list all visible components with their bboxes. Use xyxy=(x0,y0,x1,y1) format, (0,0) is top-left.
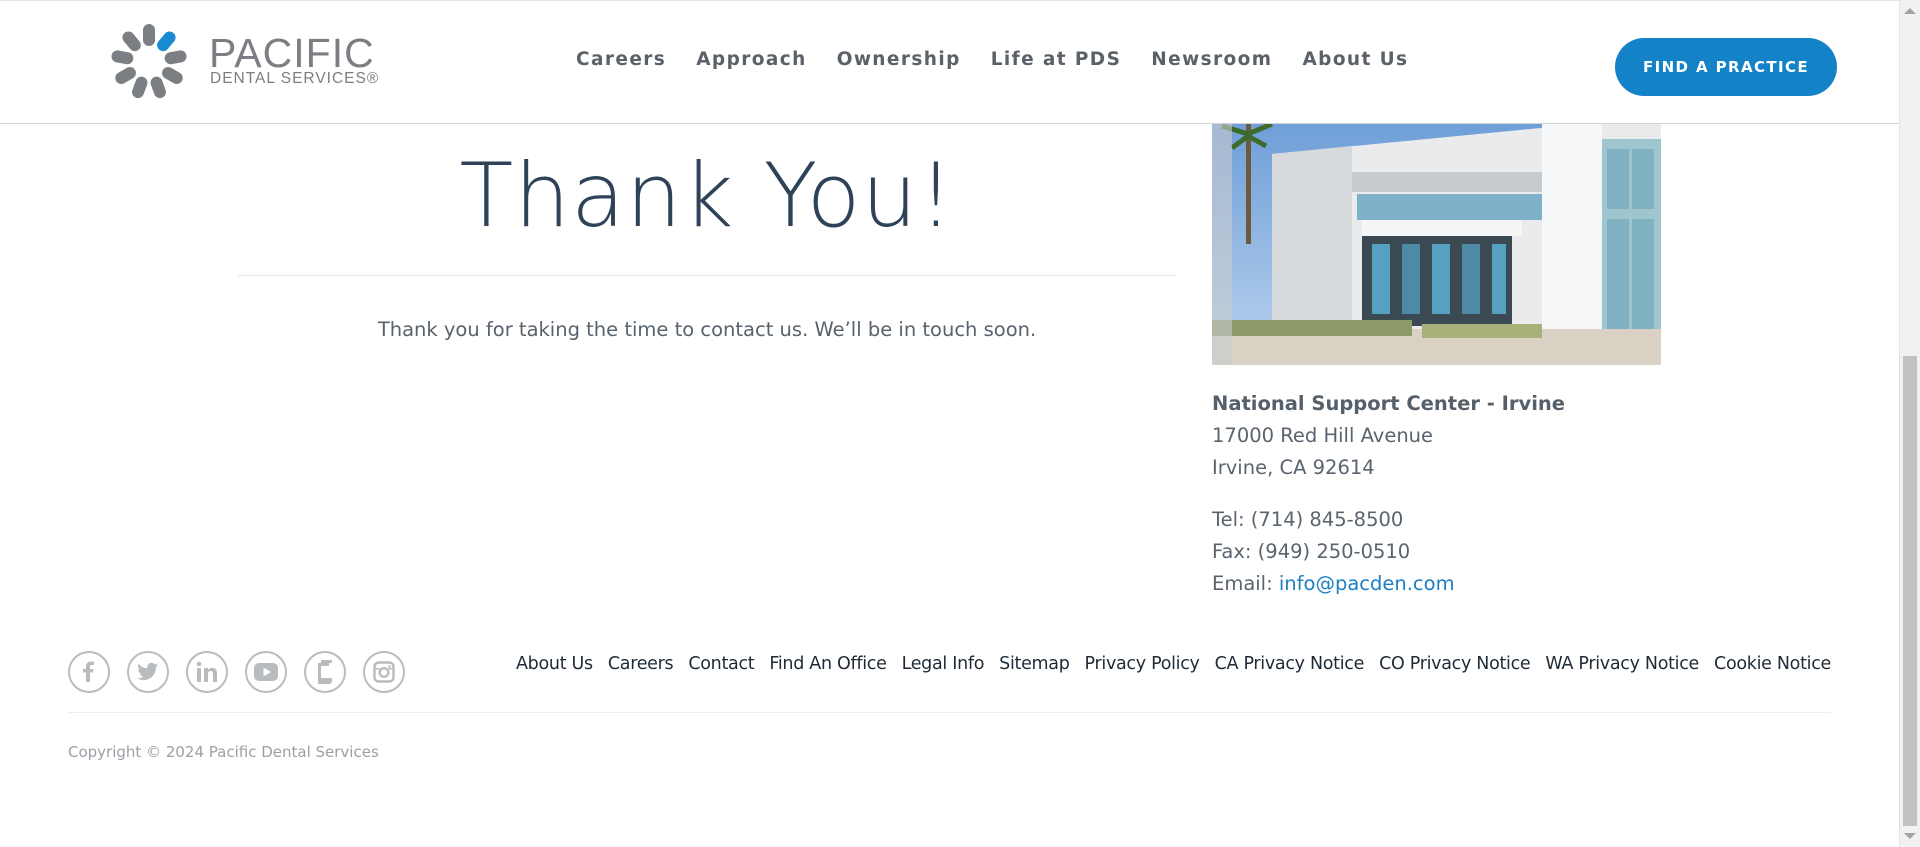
twitter-icon[interactable] xyxy=(127,651,169,693)
office-street: 17000 Red Hill Avenue xyxy=(1212,424,1434,447)
footer-link-wa-privacy-notice[interactable]: WA Privacy Notice xyxy=(1545,654,1699,674)
office-name: National Support Center - Irvine xyxy=(1212,392,1565,415)
scroll-down-arrow-icon[interactable] xyxy=(1904,833,1916,839)
nav-careers[interactable]: Careers xyxy=(576,49,666,70)
email-link[interactable]: info@pacden.com xyxy=(1279,572,1455,595)
glassdoor-icon[interactable] xyxy=(304,651,346,693)
nav-life-at-pds[interactable]: Life at PDS xyxy=(991,49,1122,70)
page-scrollbar[interactable] xyxy=(1899,0,1920,847)
email-label: Email: xyxy=(1212,572,1279,595)
nav-approach[interactable]: Approach xyxy=(696,49,806,70)
footer-link-privacy-policy[interactable]: Privacy Policy xyxy=(1085,654,1200,674)
youtube-icon[interactable] xyxy=(245,651,287,693)
footer-link-contact[interactable]: Contact xyxy=(688,654,754,674)
office-address: National Support Center - Irvine 17000 R… xyxy=(1212,388,1565,600)
thank-you-message: Thank you for taking the time to contact… xyxy=(377,318,1037,341)
logo-subtitle: DENTAL SERVICES® xyxy=(210,70,380,87)
nav-about-us[interactable]: About Us xyxy=(1302,49,1408,70)
footer-link-cookie-notice[interactable]: Cookie Notice xyxy=(1714,654,1831,674)
footer-link-co-privacy-notice[interactable]: CO Privacy Notice xyxy=(1379,654,1531,674)
office-building-photo xyxy=(1212,124,1661,365)
office-email-row: Email: info@pacden.com xyxy=(1212,568,1565,600)
office-tel: Tel: (714) 845-8500 xyxy=(1212,508,1404,531)
facebook-icon[interactable] xyxy=(68,651,110,693)
footer-link-careers[interactable]: Careers xyxy=(608,654,674,674)
instagram-icon[interactable] xyxy=(363,651,405,693)
footer-link-find-an-office[interactable]: Find An Office xyxy=(769,654,887,674)
footer-link-sitemap[interactable]: Sitemap xyxy=(999,654,1070,674)
scrollbar-thumb[interactable] xyxy=(1903,356,1917,826)
office-fax: Fax: (949) 250-0510 xyxy=(1212,540,1411,563)
logo-wordmark: PACIFIC xyxy=(209,30,375,76)
copyright-text: Copyright © 2024 Pacific Dental Services xyxy=(68,743,379,761)
find-a-practice-button[interactable]: FIND A PRACTICE xyxy=(1615,38,1837,96)
nav-ownership[interactable]: Ownership xyxy=(837,49,961,70)
pacific-dental-logo[interactable]: PACIFIC DENTAL SERVICES® xyxy=(110,23,380,101)
footer-link-ca-privacy-notice[interactable]: CA Privacy Notice xyxy=(1215,654,1365,674)
office-city: Irvine, CA 92614 xyxy=(1212,456,1375,479)
main-nav: Careers Approach Ownership Life at PDS N… xyxy=(576,49,1438,70)
footer-link-legal-info[interactable]: Legal Info xyxy=(902,654,985,674)
social-links xyxy=(68,651,422,693)
page-title: Thank You! xyxy=(459,144,955,247)
footer-link-about-us[interactable]: About Us xyxy=(516,654,593,674)
title-divider xyxy=(238,275,1176,276)
footer-nav: About Us Careers Contact Find An Office … xyxy=(501,654,1831,674)
footer-divider xyxy=(68,712,1831,713)
scroll-up-arrow-icon[interactable] xyxy=(1904,8,1916,14)
address-spacer xyxy=(1212,484,1565,504)
site-header: PACIFIC DENTAL SERVICES® Careers Approac… xyxy=(0,0,1899,124)
nav-newsroom[interactable]: Newsroom xyxy=(1151,49,1272,70)
linkedin-icon[interactable] xyxy=(186,651,228,693)
logo-burst-icon xyxy=(111,24,187,99)
